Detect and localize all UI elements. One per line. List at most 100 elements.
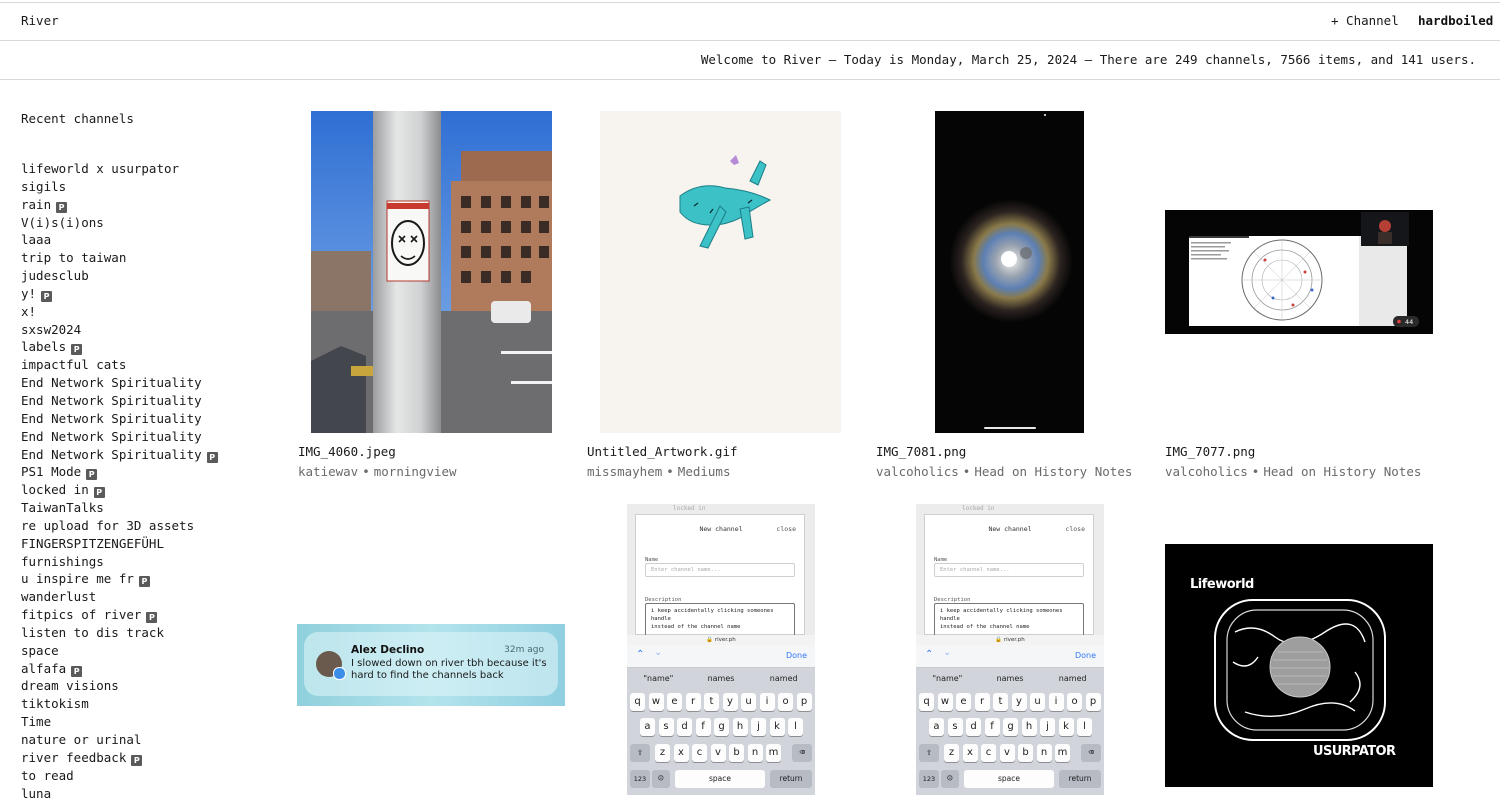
keyboard-key[interactable]: q	[919, 693, 934, 711]
keyboard-key[interactable]: t	[993, 693, 1008, 711]
logo-link[interactable]: River	[21, 13, 59, 28]
keyboard-key[interactable]: y	[722, 693, 738, 711]
channel-link[interactable]: lifeworld x usurpator	[21, 160, 218, 178]
keyboard-key[interactable]: t	[704, 693, 719, 711]
channel-link[interactable]: sxsw2024	[21, 321, 218, 339]
item-card[interactable]: Untitled_Artwork.gif missmayhem • Mediums	[586, 111, 856, 481]
chevron-up-icon[interactable]: ⌃	[636, 649, 644, 660]
item-user-link[interactable]: katiewav	[298, 464, 358, 479]
keyboard-key[interactable]: s	[947, 718, 963, 736]
item-thumbnail[interactable]	[600, 111, 841, 433]
item-card[interactable]: locked in New channel close Name Enter c…	[916, 504, 1104, 795]
channel-link[interactable]: End Network Spirituality	[21, 410, 218, 428]
name-input[interactable]: Enter channel name...	[651, 567, 721, 573]
keyboard-key[interactable]: u	[741, 693, 756, 711]
done-button[interactable]: Done	[786, 651, 807, 660]
keyboard-key[interactable]: v	[999, 744, 1015, 762]
keyboard-key[interactable]: g	[714, 718, 729, 736]
keyboard-key[interactable]: p	[796, 693, 812, 711]
keyboard-key[interactable]: i	[759, 693, 775, 711]
done-button[interactable]: Done	[1075, 651, 1096, 660]
keyboard-key[interactable]: k	[1058, 718, 1074, 736]
item-thumbnail[interactable]: 44	[1165, 210, 1433, 334]
channel-link[interactable]: dream visions	[21, 677, 218, 695]
item-channel-link[interactable]: morningview	[374, 464, 457, 479]
numbers-key[interactable]: 123	[630, 770, 650, 788]
chevron-up-icon[interactable]: ⌃	[925, 649, 933, 660]
description-input[interactable]: i keep accidentally clicking someones ha…	[934, 603, 1084, 637]
channel-link[interactable]: Time	[21, 713, 218, 731]
channel-link[interactable]: End Network Spirituality	[21, 392, 218, 410]
item-card[interactable]: IMG_7081.png valcoholics • Head on History…	[875, 111, 1145, 481]
item-channel-link[interactable]: Head on History Notes	[974, 464, 1132, 479]
keyboard-key[interactable]: z	[944, 744, 959, 762]
channel-link[interactable]: luna	[21, 785, 218, 802]
poster-image[interactable]: Lifeworld USURPATOR	[1165, 544, 1433, 787]
keyboard-key[interactable]: k	[769, 718, 785, 736]
channel-link[interactable]: y! P	[21, 285, 218, 303]
channel-link[interactable]: PS1 Mode P	[21, 463, 218, 481]
channel-link[interactable]: fitpics of river P	[21, 606, 218, 624]
keyboard-key[interactable]: c	[981, 744, 996, 762]
item-user-link[interactable]: valcoholics	[1165, 464, 1248, 479]
keyboard-key[interactable]: j	[1040, 718, 1055, 736]
keyboard-key[interactable]: h	[732, 718, 748, 736]
user-menu-link[interactable]: hardboiled	[1418, 13, 1493, 28]
channel-link[interactable]: sigils	[21, 178, 218, 196]
return-key[interactable]: return	[1059, 770, 1101, 788]
suggestion-item[interactable]: "name"	[916, 669, 979, 689]
item-thumbnail[interactable]	[311, 111, 552, 433]
channel-link[interactable]: rain P	[21, 196, 218, 214]
emoji-key[interactable]: ☺	[941, 770, 959, 788]
channel-link[interactable]: TaiwanTalks	[21, 499, 218, 517]
item-filename[interactable]: IMG_7077.png	[1165, 444, 1255, 459]
keyboard-key[interactable]: u	[1030, 693, 1045, 711]
item-user-link[interactable]: valcoholics	[876, 464, 959, 479]
item-filename[interactable]: Untitled_Artwork.gif	[587, 444, 738, 459]
keyboard-key[interactable]: x	[962, 744, 978, 762]
keyboard-key[interactable]: o	[778, 693, 793, 711]
keyboard-key[interactable]: w	[648, 693, 664, 711]
dialog-close-button[interactable]: close	[1065, 525, 1085, 533]
keyboard-key[interactable]: f	[695, 718, 711, 736]
keyboard-key[interactable]: s	[658, 718, 674, 736]
channel-link[interactable]: alfafa P	[21, 660, 218, 678]
keyboard-key[interactable]: w	[937, 693, 953, 711]
channel-link[interactable]: wanderlust	[21, 588, 218, 606]
channel-link[interactable]: re upload for 3D assets	[21, 517, 218, 535]
item-filename[interactable]: IMG_4060.jpeg	[298, 444, 396, 459]
channel-link[interactable]: V(i)s(i)ons	[21, 214, 218, 232]
suggestion-item[interactable]: names	[979, 669, 1042, 689]
suggestion-item[interactable]: names	[690, 669, 753, 689]
channel-link[interactable]: x!	[21, 303, 218, 321]
keyboard-key[interactable]: i	[1048, 693, 1064, 711]
channel-link[interactable]: river feedback P	[21, 749, 218, 767]
channel-link[interactable]: labels P	[21, 338, 218, 356]
channel-link[interactable]: trip to taiwan	[21, 249, 218, 267]
keyboard-key[interactable]: h	[1021, 718, 1037, 736]
channel-link[interactable]: FINGERSPITZENGEFÜHL	[21, 535, 218, 553]
description-input[interactable]: i keep accidentally clicking someones ha…	[645, 603, 795, 637]
keyboard-key[interactable]: j	[751, 718, 766, 736]
channel-link[interactable]: nature or urinal	[21, 731, 218, 749]
keyboard-key[interactable]: v	[710, 744, 726, 762]
keyboard-key[interactable]: l	[1077, 718, 1092, 736]
space-key[interactable]: space	[964, 770, 1054, 788]
item-filename[interactable]: IMG_7081.png	[876, 444, 966, 459]
item-card[interactable]: Alex Declino 32m ago I slowed down on ri…	[297, 624, 567, 707]
chevron-down-icon[interactable]: ⌄	[654, 647, 662, 658]
chevron-down-icon[interactable]: ⌄	[943, 647, 951, 658]
keyboard-key[interactable]: d	[966, 718, 981, 736]
item-channel-link[interactable]: Head on History Notes	[1263, 464, 1421, 479]
suggestion-item[interactable]: named	[752, 669, 815, 689]
return-key[interactable]: return	[770, 770, 812, 788]
channel-link[interactable]: furnishings	[21, 553, 218, 571]
item-card[interactable]: IMG_4060.jpeg katiewav • morningview	[297, 111, 567, 481]
keyboard-key[interactable]: r	[974, 693, 990, 711]
backspace-key[interactable]: ⌫	[1081, 744, 1101, 762]
shift-key[interactable]: ⇧	[919, 744, 939, 762]
keyboard-key[interactable]: b	[729, 744, 744, 762]
suggestion-item[interactable]: "name"	[627, 669, 690, 689]
keyboard-key[interactable]: c	[692, 744, 707, 762]
channel-link[interactable]: listen to dis track	[21, 624, 218, 642]
